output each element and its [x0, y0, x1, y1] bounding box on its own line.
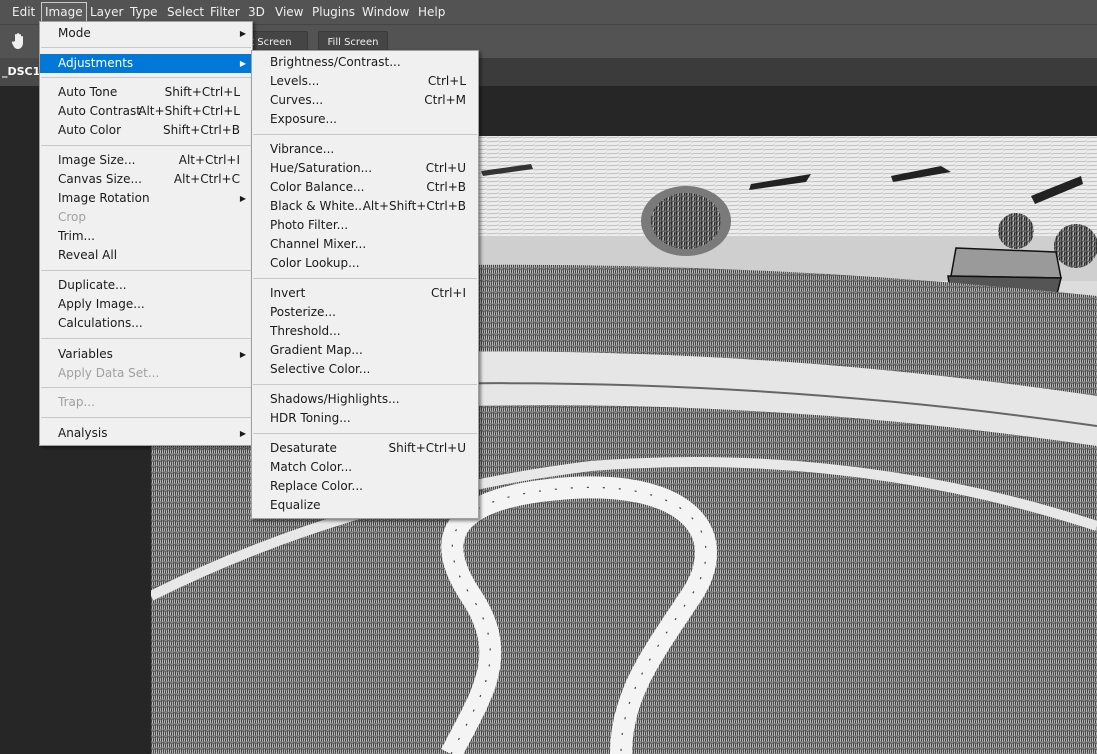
menu-item-analysis[interactable]: Analysis ▶ [40, 424, 252, 443]
menu-help[interactable]: Help [418, 0, 445, 24]
image-menu: Mode ▶ Adjustments ▶ Auto Tone Shift+Ctrl+L… [39, 21, 253, 446]
menu-view[interactable]: View [275, 0, 303, 24]
menu-item-equalize[interactable]: Equalize [252, 496, 478, 515]
menu-item-channel-mixer[interactable]: Channel Mixer... [252, 235, 478, 254]
menu-item-brightness-contrast[interactable]: Brightness/Contrast... [252, 53, 478, 72]
menu-item-image-size[interactable]: Image Size... Alt+Ctrl+I [40, 151, 252, 170]
menu-item-color-balance[interactable]: Color Balance... Ctrl+B [252, 178, 478, 197]
menu-image[interactable]: Image [41, 2, 87, 22]
menu-item-auto-tone[interactable]: Auto Tone Shift+Ctrl+L [40, 83, 252, 102]
menu-edit[interactable]: Edit [12, 0, 35, 24]
menu-item-replace-color[interactable]: Replace Color... [252, 477, 478, 496]
menu-item-color-lookup[interactable]: Color Lookup... [252, 254, 478, 273]
menu-item-levels[interactable]: Levels... Ctrl+L [252, 72, 478, 91]
menu-item-photo-filter[interactable]: Photo Filter... [252, 216, 478, 235]
menu-item-gradient-map[interactable]: Gradient Map... [252, 341, 478, 360]
menu-item-auto-contrast[interactable]: Auto Contrast Alt+Shift+Ctrl+L [40, 102, 252, 121]
menu-item-apply-image[interactable]: Apply Image... [40, 295, 252, 314]
menu-item-trap: Trap... [58, 395, 95, 409]
menu-item-canvas-size[interactable]: Canvas Size... Alt+Ctrl+C [40, 170, 252, 189]
menu-item-duplicate[interactable]: Duplicate... [40, 276, 252, 295]
menu-item-apply-data-set: Apply Data Set... [58, 366, 160, 380]
menu-item-hdr-toning[interactable]: HDR Toning... [252, 409, 478, 428]
menu-item-adjustments[interactable]: Adjustments ▶ [40, 54, 252, 73]
menu-item-mode[interactable]: Mode ▶ [40, 24, 252, 43]
menu-item-invert[interactable]: Invert Ctrl+I [252, 284, 478, 303]
menu-item-vibrance[interactable]: Vibrance... [252, 140, 478, 159]
menu-item-black-white[interactable]: Black & White... Alt+Shift+Ctrl+B [252, 197, 478, 216]
menu-window[interactable]: Window [362, 0, 409, 24]
menu-item-threshold[interactable]: Threshold... [252, 322, 478, 341]
menu-item-selective-color[interactable]: Selective Color... [252, 360, 478, 379]
menu-item-variables[interactable]: Variables ▶ [40, 345, 252, 364]
menu-item-match-color[interactable]: Match Color... [252, 458, 478, 477]
menu-item-hue-saturation[interactable]: Hue/Saturation... Ctrl+U [252, 159, 478, 178]
menu-item-trim[interactable]: Trim... [40, 227, 252, 246]
menu-item-reveal-all[interactable]: Reveal All [40, 246, 252, 265]
adjustments-submenu: Brightness/Contrast... Levels... Ctrl+L C… [251, 50, 479, 519]
menu-plugins[interactable]: Plugins [312, 0, 355, 24]
menu-item-auto-color[interactable]: Auto Color Shift+Ctrl+B [40, 121, 252, 140]
hand-icon[interactable] [9, 31, 29, 51]
menu-item-image-rotation[interactable]: Image Rotation ▶ [40, 189, 252, 208]
menu-item-crop: Crop [58, 210, 87, 224]
menu-item-shadows-highlights[interactable]: Shadows/Highlights... [252, 390, 478, 409]
menu-item-curves[interactable]: Curves... Ctrl+M [252, 91, 478, 110]
menu-item-desaturate[interactable]: Desaturate Shift+Ctrl+U [252, 439, 478, 458]
menu-item-exposure[interactable]: Exposure... [252, 110, 478, 129]
menu-item-calculations[interactable]: Calculations... [40, 314, 252, 333]
menu-item-posterize[interactable]: Posterize... [252, 303, 478, 322]
